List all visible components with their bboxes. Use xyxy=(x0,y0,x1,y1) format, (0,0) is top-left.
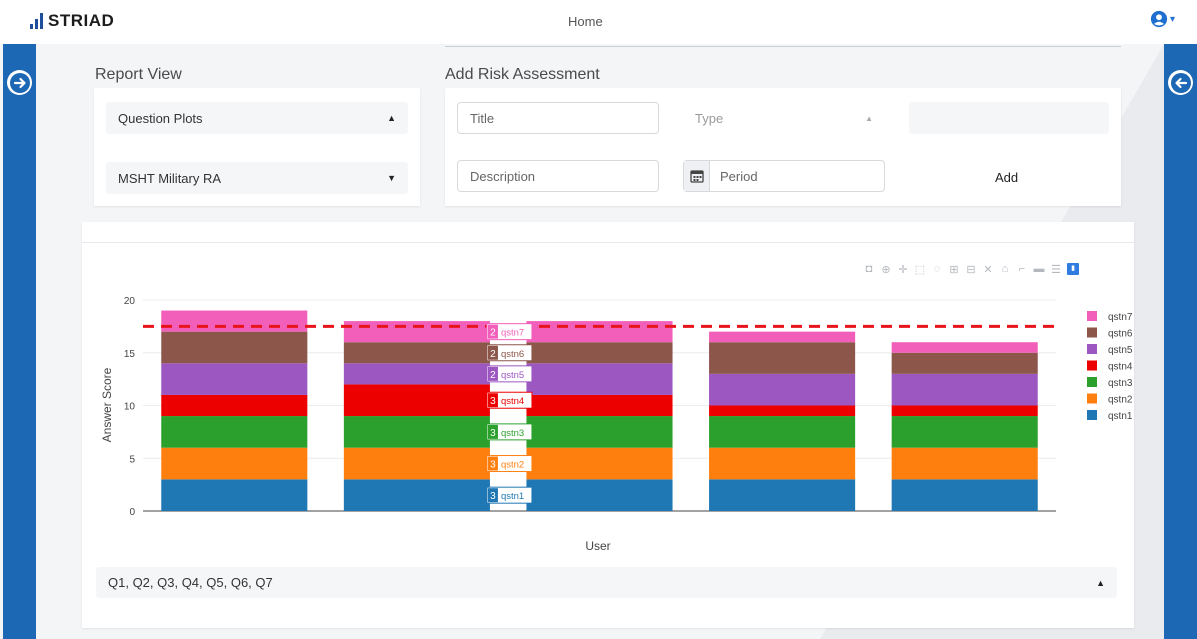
type-select[interactable]: Type ▲ xyxy=(683,102,885,134)
pan-icon[interactable]: ✛ xyxy=(897,263,909,276)
camera-icon[interactable]: ◘ xyxy=(863,263,875,276)
report-view-title: Report View xyxy=(95,66,182,83)
description-input[interactable]: Description xyxy=(457,160,659,192)
arrow-left-circle-icon xyxy=(1170,72,1191,93)
plot-type-select[interactable]: Question Plots ▲ xyxy=(106,102,408,134)
user-menu[interactable]: ▾ xyxy=(1150,10,1175,28)
add-risk-title: Add Risk Assessment xyxy=(445,66,600,83)
calendar-icon[interactable] xyxy=(684,161,710,191)
chart-toolbar: ◘ ⊕ ✛ ⬚ ◌ ⊞ ⊟ ✕ ⌂ ⌐ ▬ ☰ ▮ xyxy=(863,263,1079,276)
assessment-value: MSHT Military RA xyxy=(118,170,222,186)
left-side-rail xyxy=(3,44,36,639)
zoom-icon[interactable]: ⊕ xyxy=(880,263,892,276)
card-divider xyxy=(82,242,1134,243)
caret-up-icon: ▲ xyxy=(865,113,873,123)
brand-name: STRIAD xyxy=(48,11,115,30)
account-circle-icon xyxy=(1150,10,1168,28)
hover-compare-icon[interactable]: ☰ xyxy=(1050,263,1062,276)
arrow-right-circle-icon xyxy=(9,72,30,93)
chevron-down-icon: ▾ xyxy=(1169,13,1175,25)
divider xyxy=(445,46,1121,47)
add-button[interactable]: Add xyxy=(995,170,1018,185)
top-bar: STRIAD Home ▾ xyxy=(0,0,1197,44)
bars-logo-icon xyxy=(30,13,43,29)
reset-axes-icon[interactable]: ⌂ xyxy=(999,263,1011,276)
report-view-card: Question Plots ▲ MSHT Military RA ▼ xyxy=(94,88,420,206)
zoom-out-icon[interactable]: ⊟ xyxy=(965,263,977,276)
spike-lines-icon[interactable]: ⌐ xyxy=(1016,263,1028,276)
question-filter-select[interactable]: Q1, Q2, Q3, Q4, Q5, Q6, Q7 ▲ xyxy=(96,567,1117,598)
nav-home-link[interactable]: Home xyxy=(568,14,603,29)
lasso-icon[interactable]: ◌ xyxy=(931,263,943,276)
zoom-in-icon[interactable]: ⊞ xyxy=(948,263,960,276)
box-select-icon[interactable]: ⬚ xyxy=(914,263,926,276)
assessment-select[interactable]: MSHT Military RA ▼ xyxy=(106,162,408,194)
empty-field[interactable] xyxy=(909,102,1109,134)
brand-logo[interactable]: STRIAD xyxy=(30,11,114,31)
expand-left-button[interactable] xyxy=(7,70,32,95)
caret-up-icon: ▲ xyxy=(387,113,396,123)
caret-up-icon: ▲ xyxy=(1096,577,1105,588)
period-placeholder: Period xyxy=(720,168,758,184)
add-risk-card: Title Type ▲ Description Period Add xyxy=(445,88,1121,206)
hover-closest-icon[interactable]: ▬ xyxy=(1033,263,1045,276)
type-placeholder: Type xyxy=(695,110,724,126)
right-side-rail xyxy=(1164,44,1197,639)
plot-type-value: Question Plots xyxy=(118,110,203,126)
caret-down-icon: ▼ xyxy=(387,173,396,183)
period-input[interactable]: Period xyxy=(683,160,885,192)
title-input[interactable]: Title xyxy=(457,102,659,134)
question-filter-value: Q1, Q2, Q3, Q4, Q5, Q6, Q7 xyxy=(108,575,273,590)
plotly-logo-icon[interactable]: ▮ xyxy=(1067,263,1079,275)
expand-right-button[interactable] xyxy=(1168,70,1193,95)
autoscale-icon[interactable]: ✕ xyxy=(982,263,994,276)
